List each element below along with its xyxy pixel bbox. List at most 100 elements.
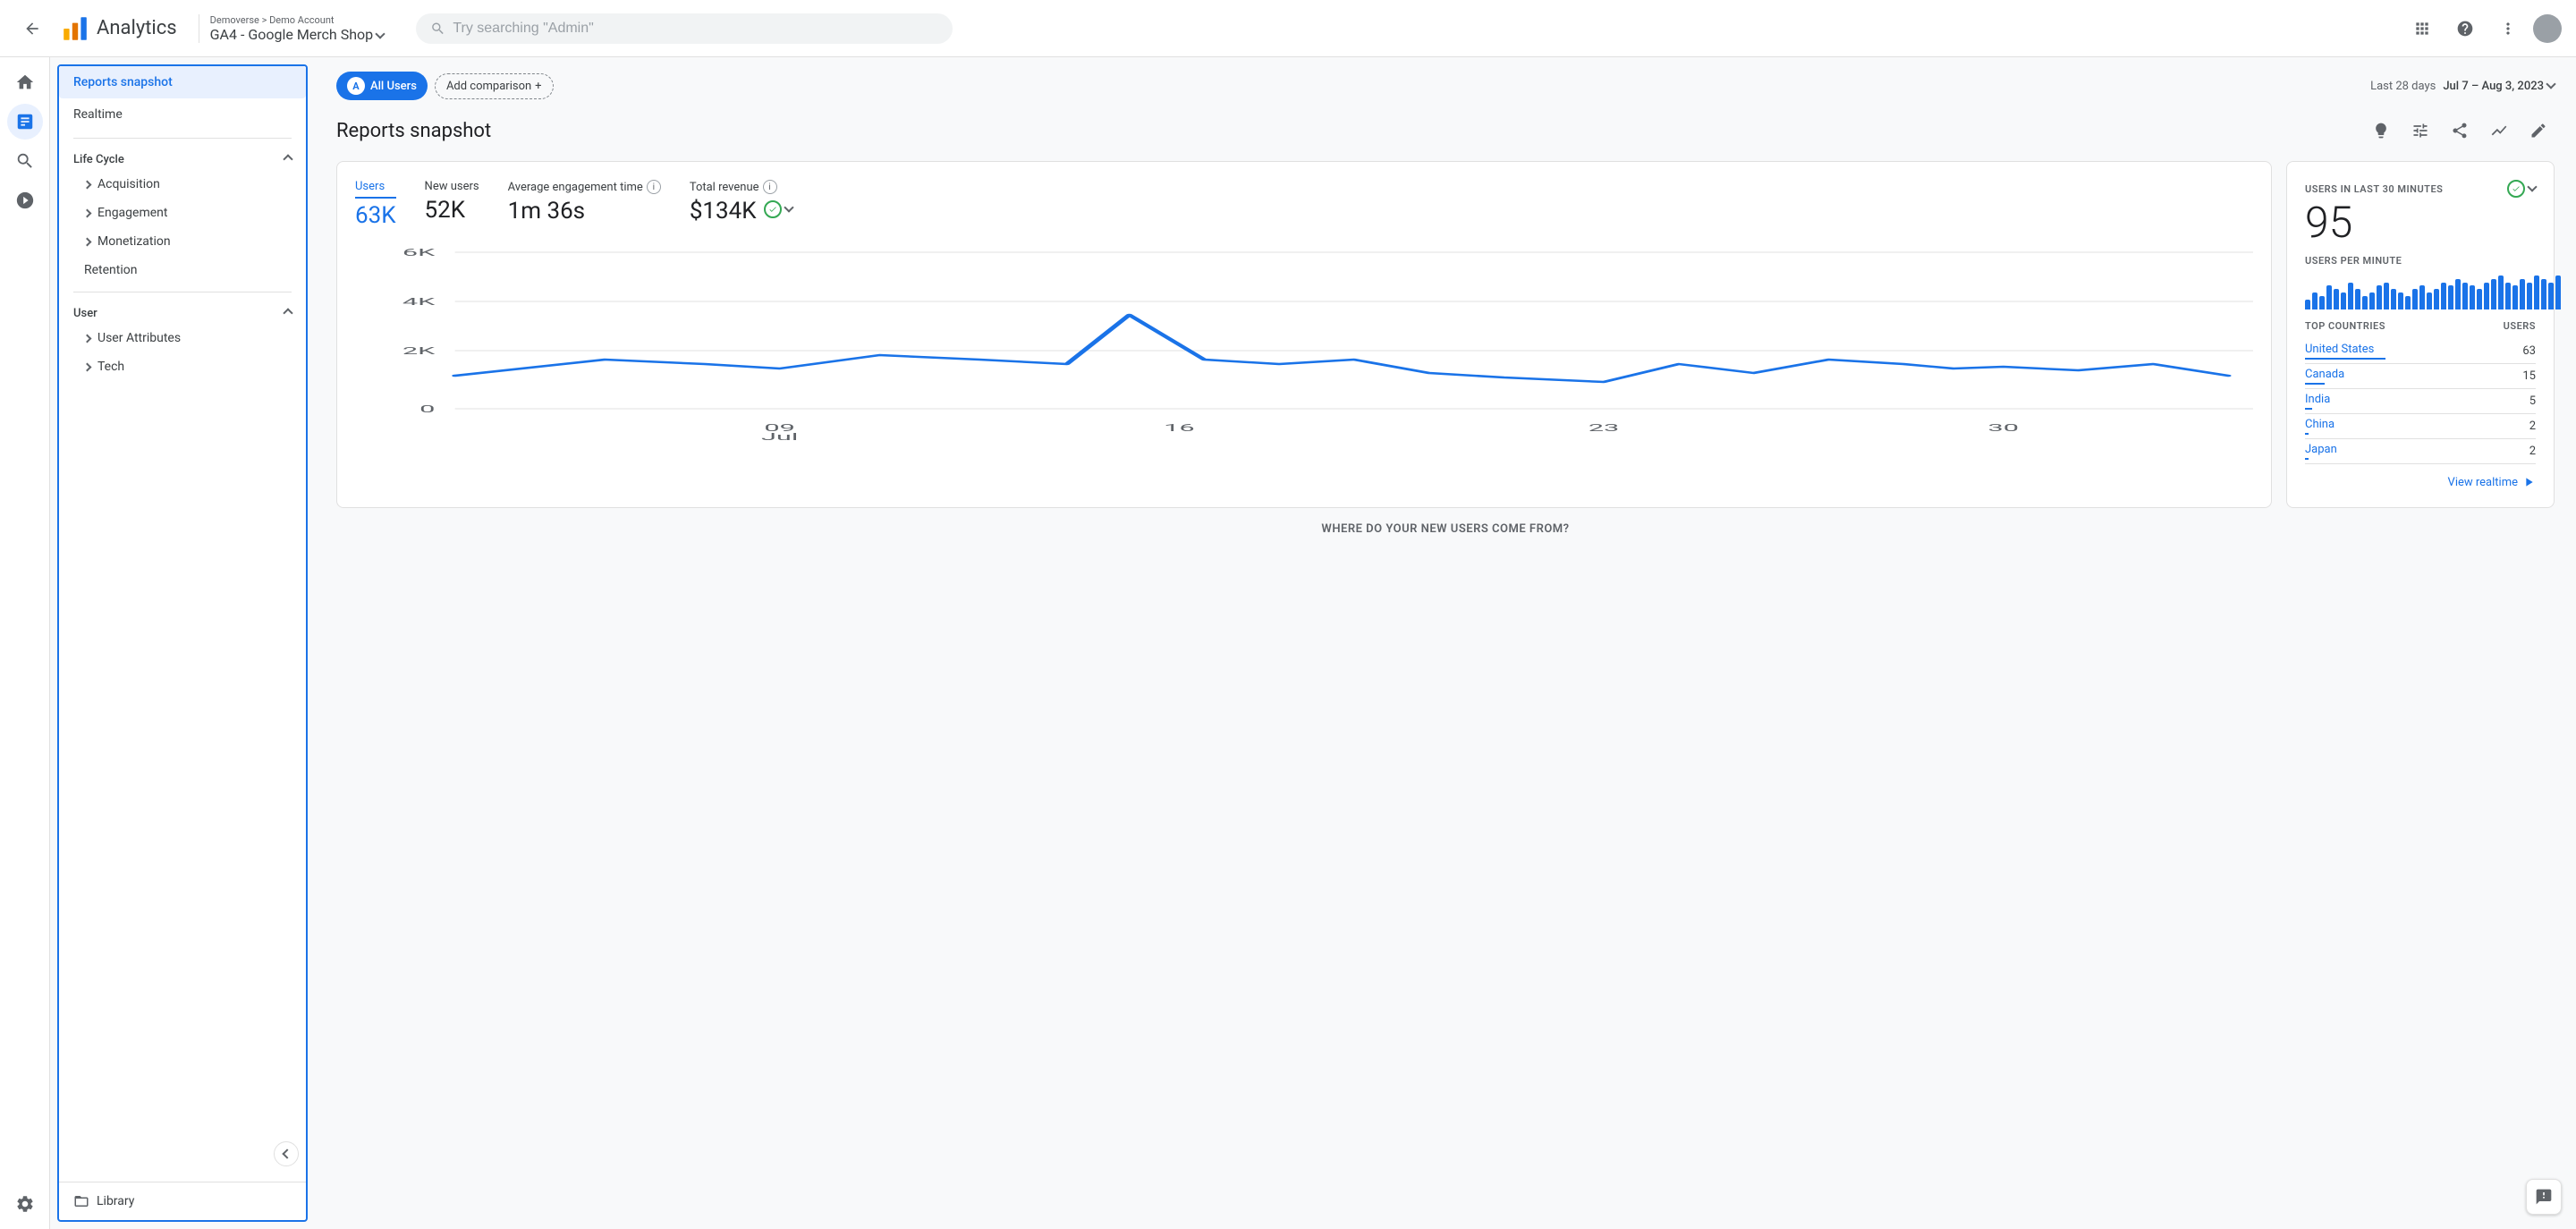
mini-bar-item — [2312, 292, 2318, 309]
feedback-icon — [2535, 1188, 2553, 1206]
account-name[interactable]: GA4 - Google Merch Shop — [210, 26, 384, 43]
revenue-info-icon[interactable]: i — [763, 180, 777, 194]
share-button[interactable] — [2444, 114, 2476, 147]
countries-section: TOP COUNTRIES USERS United States 63 Can… — [2305, 320, 2536, 489]
main-content: A All Users Add comparison + Last 28 day… — [315, 57, 2576, 1229]
search-input[interactable] — [453, 21, 938, 37]
realtime-dropdown-icon[interactable] — [2529, 182, 2536, 196]
customize-button[interactable] — [2404, 114, 2436, 147]
cards-row: Users 63K New users 52K Average engageme… — [336, 161, 2555, 508]
feedback-button[interactable] — [2526, 1179, 2562, 1215]
mini-bar-item — [2512, 285, 2518, 309]
sidebar-library[interactable]: Library — [59, 1182, 306, 1220]
lifecycle-section-header[interactable]: Life Cycle — [59, 146, 306, 170]
country-name[interactable]: United States — [2305, 343, 2385, 360]
sidebar-item-tech[interactable]: Tech — [59, 352, 306, 381]
mini-bar-item — [2405, 296, 2411, 309]
edit-button[interactable] — [2522, 114, 2555, 147]
account-breadcrumb: Demoverse > Demo Account GA4 - Google Me… — [199, 14, 384, 43]
revenue-check-icon[interactable] — [764, 200, 782, 218]
mini-bar-item — [2341, 292, 2346, 309]
apps-button[interactable] — [2404, 11, 2440, 47]
sidebar-item-engagement[interactable]: Engagement — [59, 199, 306, 227]
tech-chevron-icon — [84, 360, 90, 374]
country-name[interactable]: India — [2305, 393, 2330, 410]
app-header: Analytics Demoverse > Demo Account GA4 -… — [0, 0, 2576, 57]
mini-bar-item — [2412, 289, 2418, 309]
line-chart: 6K 4K 2K 0 09 Jul 16 23 30 — [355, 243, 2253, 440]
main-chart-card: Users 63K New users 52K Average engageme… — [336, 161, 2272, 508]
svg-text:Jul: Jul — [761, 431, 798, 440]
metric-new-users[interactable]: New users 52K — [425, 180, 479, 224]
monetization-chevron-icon — [84, 234, 90, 249]
reports-snapshot-label: Reports snapshot — [73, 75, 173, 89]
help-button[interactable] — [2447, 11, 2483, 47]
sidebar-item-acquisition[interactable]: Acquisition — [59, 170, 306, 199]
mini-bar-item — [2326, 285, 2332, 309]
top-bar-left: A All Users Add comparison + — [336, 72, 554, 100]
back-button[interactable] — [14, 11, 50, 47]
sidebar-item-retention[interactable]: Retention — [59, 256, 306, 284]
per-minute-label: USERS PER MINUTE — [2305, 255, 2536, 267]
sidebar-item-realtime[interactable]: Realtime — [59, 98, 306, 131]
search-icon — [430, 21, 445, 37]
breadcrumb-top: Demoverse > Demo Account — [210, 14, 384, 26]
last-n-days: Last 28 days — [2370, 80, 2436, 93]
acquisition-chevron-icon — [84, 177, 90, 191]
sidebar-item-monetization[interactable]: Monetization — [59, 227, 306, 256]
add-comparison-button[interactable]: Add comparison + — [435, 73, 554, 99]
sidebar-item-reports-snapshot[interactable]: Reports snapshot — [59, 66, 306, 98]
mini-bar-item — [2555, 275, 2561, 309]
country-name[interactable]: China — [2305, 418, 2334, 435]
svg-text:23: 23 — [1589, 422, 1619, 434]
reports-icon-btn[interactable] — [7, 104, 43, 140]
revenue-dropdown-icon[interactable] — [785, 202, 792, 216]
realtime-label: Realtime — [73, 107, 123, 122]
country-bar — [2305, 383, 2325, 385]
metric-revenue[interactable]: Total revenue i $134K — [690, 180, 792, 225]
realtime-count: 95 — [2305, 201, 2536, 244]
advertising-icon-btn[interactable] — [7, 182, 43, 218]
users-value: 63K — [355, 202, 396, 229]
home-icon-btn[interactable] — [7, 64, 43, 100]
analytics-button[interactable] — [2483, 114, 2515, 147]
sidebar-item-user-attributes[interactable]: User Attributes — [59, 324, 306, 352]
realtime-label: USERS IN LAST 30 MINUTES — [2305, 183, 2443, 195]
mini-bar-item — [2520, 279, 2525, 309]
metric-engagement[interactable]: Average engagement time i 1m 36s — [508, 180, 661, 225]
mini-bar-item — [2462, 283, 2468, 309]
search-wrapper[interactable] — [416, 13, 953, 44]
avatar[interactable] — [2533, 14, 2562, 43]
sidebar-collapse-button[interactable] — [274, 1141, 299, 1166]
app-layout: Reports snapshot Realtime Life Cycle Acq… — [0, 57, 2576, 1229]
countries-header: TOP COUNTRIES USERS — [2305, 320, 2536, 332]
top-bar: A All Users Add comparison + Last 28 day… — [336, 72, 2555, 100]
mini-bar-item — [2441, 283, 2446, 309]
country-name[interactable]: Japan — [2305, 443, 2337, 460]
more-button[interactable] — [2490, 11, 2526, 47]
realtime-card: USERS IN LAST 30 MINUTES 95 USERS PER MI… — [2286, 161, 2555, 508]
mini-bar-item — [2348, 283, 2353, 309]
mini-bar-item — [2484, 283, 2489, 309]
country-row: India 5 — [2305, 389, 2536, 414]
mini-bar-item — [2498, 275, 2504, 309]
country-name[interactable]: Canada — [2305, 368, 2344, 385]
engagement-info-icon[interactable]: i — [647, 180, 661, 194]
user-section-header[interactable]: User — [59, 300, 306, 324]
lightbulb-button[interactable] — [2365, 114, 2397, 147]
realtime-check-icon[interactable] — [2507, 180, 2525, 198]
all-users-initial: A — [347, 77, 365, 95]
country-bar — [2305, 433, 2309, 435]
arrow-right-icon — [2521, 475, 2536, 489]
lifecycle-collapse-icon — [284, 153, 292, 166]
mini-bar-item — [2398, 292, 2403, 309]
settings-icon-btn[interactable] — [7, 1186, 43, 1222]
metric-users[interactable]: Users 63K — [355, 180, 396, 229]
mini-bar-item — [2434, 289, 2439, 309]
sidebar-divider-1 — [73, 138, 292, 139]
all-users-badge[interactable]: A All Users — [336, 72, 428, 100]
explore-icon-btn[interactable] — [7, 143, 43, 179]
view-realtime-link[interactable]: View realtime — [2305, 475, 2536, 489]
date-range-selector[interactable]: Last 28 days Jul 7 – Aug 3, 2023 — [2370, 80, 2555, 93]
mini-bar-item — [2470, 285, 2475, 309]
